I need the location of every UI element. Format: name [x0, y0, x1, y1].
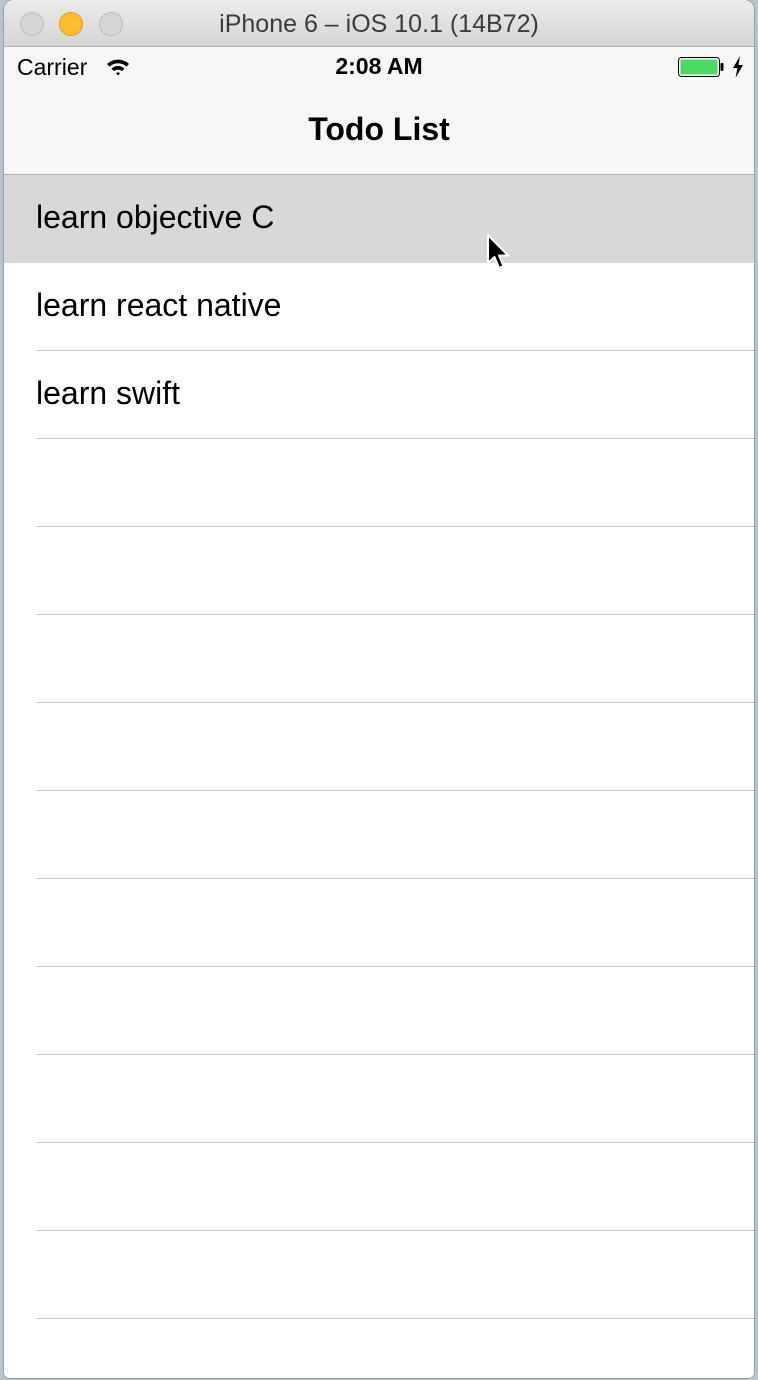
- status-time: 2:08 AM: [335, 53, 423, 79]
- todo-item[interactable]: learn swift: [4, 351, 754, 439]
- todo-item-label: learn swift: [36, 375, 181, 411]
- empty-row: [4, 1055, 754, 1143]
- empty-row: [4, 879, 754, 967]
- simulator-window: iPhone 6 – iOS 10.1 (14B72) Carrier 2:08…: [4, 0, 754, 1378]
- navigation-bar: Todo List: [4, 87, 754, 175]
- empty-row: [4, 1143, 754, 1231]
- empty-row: [4, 967, 754, 1055]
- todo-item-label: learn react native: [36, 287, 282, 323]
- battery-icon: [678, 57, 724, 77]
- empty-row: [4, 439, 754, 527]
- todo-item[interactable]: learn objective C: [4, 175, 754, 263]
- todo-item-label: learn objective C: [36, 199, 275, 235]
- status-bar: Carrier 2:08 AM: [4, 47, 754, 87]
- todo-item[interactable]: learn react native: [4, 263, 754, 351]
- empty-row: [4, 1231, 754, 1319]
- row-separator: [36, 1318, 754, 1319]
- window-titlebar[interactable]: iPhone 6 – iOS 10.1 (14B72): [4, 0, 754, 47]
- todo-list[interactable]: learn objective C learn react native lea…: [4, 175, 754, 1378]
- mouse-pointer-icon: [487, 234, 509, 269]
- empty-row: [4, 527, 754, 615]
- empty-row: [4, 703, 754, 791]
- page-title: Todo List: [308, 111, 450, 147]
- empty-row: [4, 615, 754, 703]
- charging-bolt-icon: [733, 56, 743, 78]
- window-title: iPhone 6 – iOS 10.1 (14B72): [219, 10, 539, 38]
- empty-row: [4, 791, 754, 879]
